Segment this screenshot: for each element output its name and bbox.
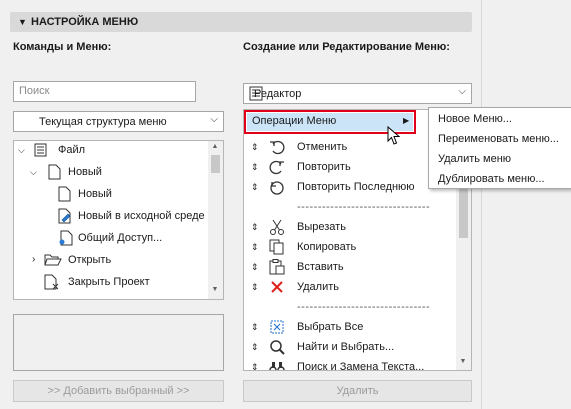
tree-item-label: Новый в исходной среде (78, 210, 205, 222)
selected-item-label: Операции Меню (252, 115, 337, 127)
menu-item-label: Вставить (297, 261, 344, 273)
redo-icon (269, 160, 284, 175)
delete-x-icon (271, 281, 283, 293)
menu-item-label: Поиск и Замена Текста... (297, 361, 425, 371)
tree-scrollbar[interactable]: ▲ ▼ (208, 141, 223, 299)
menu-item-find-replace[interactable]: ⇕ Поиск и Замена Текста... (245, 357, 457, 371)
menu-item-label: Найти и Выбрать... (297, 341, 395, 353)
menu-item-copy[interactable]: ⇕ Копировать (245, 237, 457, 257)
menu-item-label: Копировать (297, 241, 357, 253)
section-header[interactable]: ▼ НАСТРОЙКА МЕНЮ (10, 12, 472, 32)
document-pencil-icon (58, 208, 71, 224)
context-item-new-menu[interactable]: Новое Меню... (438, 109, 512, 129)
editor-select-value: Редактор (254, 88, 302, 100)
menu-item-cut[interactable]: ⇕ Вырезать (245, 217, 457, 237)
menu-item-delete[interactable]: ⇕ Удалить (245, 277, 457, 297)
menu-item-find-select[interactable]: ⇕ Найти и Выбрать... (245, 337, 457, 357)
select-all-icon (270, 320, 284, 334)
paste-icon (269, 259, 285, 275)
drag-handle-icon[interactable]: ⇕ (251, 317, 259, 337)
document-share-icon (59, 230, 73, 246)
context-item-duplicate-menu[interactable]: Дублировать меню... (438, 169, 545, 189)
menu-items-list[interactable]: ⇕ Отменить ⇕ Повторить ⇕ Повторить После… (244, 137, 457, 371)
drag-handle-icon[interactable]: ⇕ (251, 177, 259, 197)
menu-item-label: Выбрать Все (297, 321, 364, 333)
document-close-icon (44, 274, 59, 290)
menu-item-label: Отменить (297, 141, 348, 153)
drag-handle-icon[interactable]: ⇕ (251, 217, 259, 237)
drag-handle-icon[interactable]: ⇕ (251, 357, 259, 370)
menu-separator[interactable]: -------------------------------- (245, 197, 457, 217)
chevron-down-icon[interactable]: ⌵ (18, 141, 25, 161)
context-item-delete-menu[interactable]: Удалить меню (438, 149, 511, 169)
add-selected-button[interactable]: >> Добавить выбранный >> (13, 380, 224, 402)
create-edit-label: Создание или Редактирование Меню: (243, 41, 450, 53)
window-scrollbar[interactable] (481, 0, 491, 409)
chevron-right-icon[interactable]: › (32, 249, 35, 271)
tree-item-label: Новый (68, 166, 102, 178)
structure-select[interactable]: Текущая структура меню ⌵ (13, 111, 224, 132)
menu-item-label: Удалить (297, 281, 339, 293)
commands-tree[interactable]: ⌵ Файл ⌵ Новый Новый Новый в исходной ср… (13, 140, 224, 300)
scroll-up-icon[interactable]: ▲ (209, 143, 221, 150)
menu-item-select-all[interactable]: ⇕ Выбрать Все (245, 317, 457, 337)
drag-handle-icon[interactable]: ⇕ (251, 257, 259, 277)
search-placeholder: Поиск (19, 85, 50, 97)
menu-item-undo[interactable]: ⇕ Отменить (245, 137, 457, 157)
tree-item-label: Закрыть Проект (68, 276, 150, 288)
separator-label: -------------------------------- (297, 201, 431, 213)
menu-item-label: Вырезать (297, 221, 346, 233)
document-icon (48, 164, 61, 180)
tree-item-label: Открыть (68, 254, 112, 266)
drag-handle-icon[interactable]: ⇕ (251, 137, 259, 157)
scroll-down-icon[interactable]: ▼ (209, 286, 221, 293)
repeat-icon (270, 181, 284, 195)
menu-separator[interactable]: -------------------------------- (245, 297, 457, 317)
context-item-rename-menu[interactable]: Переименовать меню... (438, 129, 559, 149)
scroll-down-icon[interactable]: ▼ (457, 358, 469, 365)
scissors-icon (270, 219, 284, 235)
binoculars-icon (269, 362, 285, 370)
structure-select-value: Текущая структура меню (39, 116, 167, 128)
drag-handle-icon[interactable]: ⇕ (251, 277, 259, 297)
separator-label: -------------------------------- (297, 301, 431, 313)
drag-handle-icon[interactable]: ⇕ (251, 337, 259, 357)
section-title: НАСТРОЙКА МЕНЮ (31, 16, 139, 28)
submenu-arrow-icon: ▶ (403, 116, 410, 125)
drag-handle-icon[interactable]: ⇕ (251, 237, 259, 257)
collapse-triangle-icon[interactable]: ▼ (18, 12, 27, 32)
menu-item-paste[interactable]: ⇕ Вставить (245, 257, 457, 277)
menu-item-redo[interactable]: ⇕ Повторить (245, 157, 457, 177)
delete-button[interactable]: Удалить (243, 380, 472, 402)
copy-icon (269, 239, 284, 255)
commands-label: Команды и Меню: (13, 41, 112, 53)
menu-item-repeat-last[interactable]: ⇕ Повторить Последнюю (245, 177, 457, 197)
chevron-down-icon: ⌵ (458, 86, 466, 97)
description-box (13, 314, 224, 371)
document-icon (58, 186, 71, 202)
undo-icon (270, 140, 285, 155)
menu-item-label: Повторить (297, 161, 351, 173)
context-menu: Новое Меню... Переименовать меню... Удал… (428, 107, 571, 189)
folder-open-icon (44, 254, 62, 266)
chevron-down-icon: ⌵ (210, 114, 218, 125)
search-input[interactable]: Поиск (13, 81, 196, 102)
find-select-icon (270, 340, 285, 355)
tree-item-label: Файл (58, 144, 86, 156)
editor-select[interactable]: Редактор ⌵ (243, 83, 472, 104)
tree-item-label: Новый (78, 188, 112, 200)
chevron-down-icon[interactable]: ⌵ (30, 161, 37, 183)
menu-item-label: Повторить Последнюю (297, 181, 415, 193)
scroll-thumb[interactable] (211, 155, 220, 173)
menu-icon (34, 143, 47, 157)
drag-handle-icon[interactable]: ⇕ (251, 157, 259, 177)
tree-item-label: Общий Доступ... (78, 232, 163, 244)
